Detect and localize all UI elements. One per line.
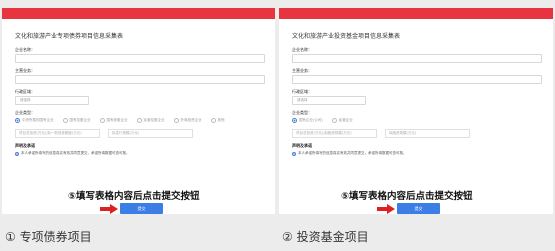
radio-selected-icon [15,117,20,123]
region-select[interactable]: 请选择 [292,96,366,105]
company-name-label: 企业名称： [15,47,35,52]
company-type-option[interactable]: 民营控股企业 [136,117,165,123]
company-name-input[interactable] [292,54,542,63]
declaration-checkbox[interactable]: 本人承诺所填写的信息真实有效并同意提交，承诺所填数据可查可核。 [292,151,553,156]
fund-project-form-panel: 文化和旅游产业投资基金项目信息采集表 企业名称： 主营业务： 行政区域： 请选择… [279,8,553,214]
radio-icon [99,117,105,123]
radio-icon [136,117,142,123]
instruction-text: ⑤填写表格内容后点击提交按钮 [341,191,473,202]
company-type-radio-group: 中央所属的国有企业 国有控股企业 国有参股企业 民营控股企业 外商投资企业 其他 [15,117,275,123]
submit-button[interactable]: 提交 [120,203,163,214]
region-label: 行政区域： [292,89,312,94]
company-type-label: 企业类型： [292,110,312,115]
radio-icon [62,117,68,123]
main-business-label: 主营业务： [15,68,35,73]
instruction: ⑤填写表格内容后点击提交按钮 [341,188,521,202]
form-title: 文化和旅游产业专项债券项目信息采集表 [15,33,124,40]
radio-icon [173,117,179,123]
financing-scale-input[interactable]: 拟融资规模(万元) [385,129,470,138]
radio-icon [331,117,337,123]
total-investment-input[interactable]: 项目总投资(万元)/拟融资规模(万元) [292,129,377,138]
declaration-checkbox[interactable]: 本人承诺所填写的信息真实有效并同意提交，承诺所填数据可查可核。 [15,151,275,156]
company-type-option[interactable]: 国有参股企业 [99,117,128,123]
region-select[interactable]: 请选择 [15,96,89,105]
form-header-bar [2,8,275,19]
caption-bond-project: ① 专项债券项目 [5,230,92,244]
form-title: 文化和旅游产业投资基金项目信息采集表 [292,33,401,40]
declaration-title: 声明及承诺 [15,143,35,148]
bond-project-form-panel: 文化和旅游产业专项债券项目信息采集表 企业名称： 主营业务： 行政区域： 请选择… [2,8,275,214]
company-type-option[interactable]: 外商投资企业 [173,117,202,123]
region-label: 行政区域： [15,89,35,94]
main-business-input[interactable] [292,75,542,84]
company-type-option[interactable]: 中央所属的国有企业 [15,117,54,123]
company-type-option[interactable]: 民营企业 [331,117,353,123]
arrow-right-icon [100,204,118,214]
main-business-label: 主营业务： [292,68,312,73]
instruction: ⑤填写表格内容后点击提交按钮 [68,188,248,202]
instruction-text: ⑤填写表格内容后点击提交按钮 [68,191,200,202]
caption-fund-project: ② 投资基金项目 [282,230,369,244]
main-business-input[interactable] [15,75,265,84]
form-header-bar [279,8,553,19]
company-name-input[interactable] [15,54,265,63]
company-type-option[interactable]: 国有企业(公司) [292,117,323,123]
company-type-label: 企业类型： [15,110,35,115]
company-type-option[interactable]: 其他 [210,117,225,123]
radio-selected-icon [292,151,296,156]
company-type-radio-group: 国有企业(公司) 民营企业 [292,117,553,123]
company-type-option[interactable]: 国有控股企业 [62,117,91,123]
radio-selected-icon [15,151,19,156]
total-investment-input[interactable]: 项目总投资(万元)/拟一般债券额度(万元) [15,129,100,138]
issue-scale-input[interactable]: 拟发行规模(万元) [108,129,193,138]
radio-selected-icon [292,117,297,123]
radio-icon [210,117,216,123]
company-name-label: 企业名称： [292,47,312,52]
submit-button[interactable]: 提交 [397,203,440,214]
arrow-right-icon [377,204,395,214]
declaration-title: 声明及承诺 [292,143,312,148]
